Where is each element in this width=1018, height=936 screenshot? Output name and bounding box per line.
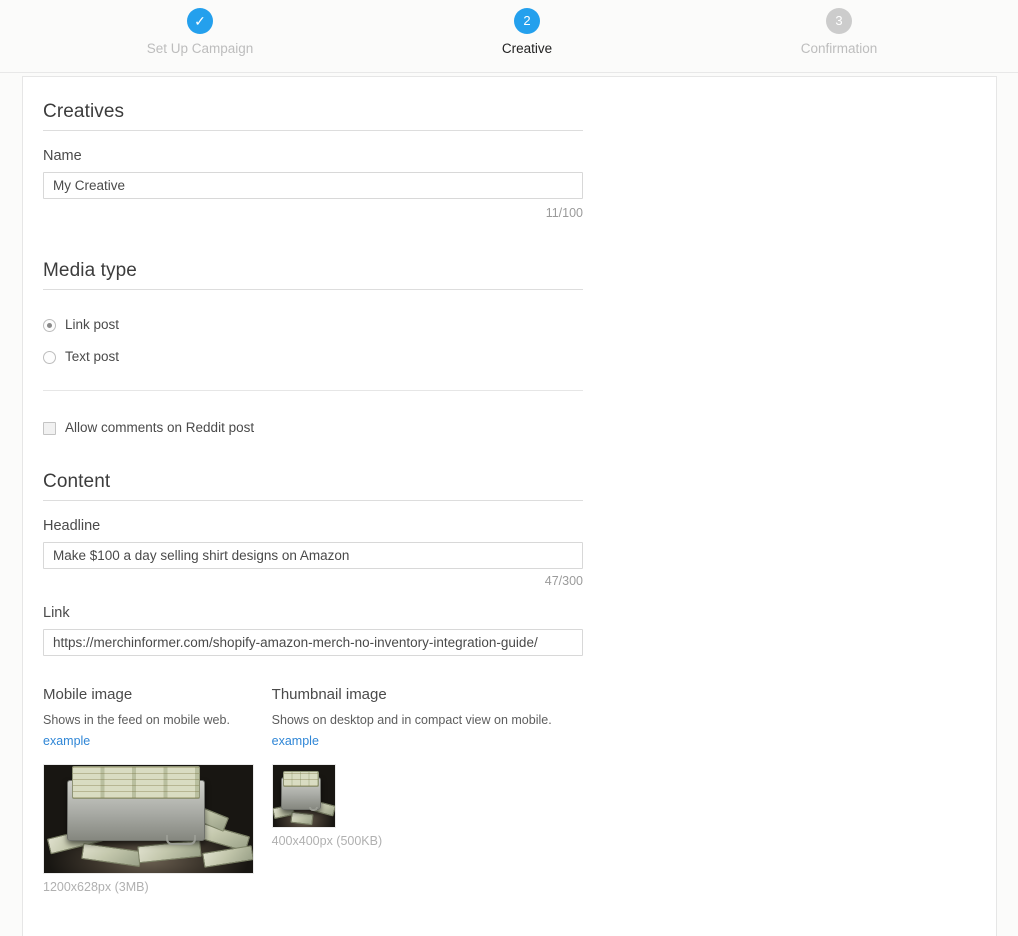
image-upload-columns: Mobile image Shows in the feed on mobile… xyxy=(43,686,583,895)
radio-icon-text-post[interactable] xyxy=(43,350,56,364)
link-field-label: Link xyxy=(43,605,70,621)
mobile-image-description: Shows in the feed on mobile web. xyxy=(43,713,230,727)
step-3-label: Confirmation xyxy=(800,41,878,56)
headline-character-counter: 47/300 xyxy=(544,574,583,588)
creatives-section-title: Creatives xyxy=(43,101,583,131)
name-field-label: Name xyxy=(43,148,82,164)
link-input[interactable] xyxy=(43,629,583,656)
checkbox-icon-allow-comments[interactable] xyxy=(43,421,56,435)
check-icon: ✓ xyxy=(194,13,206,29)
creative-form-card: Creatives Name 11/100 Media type Link po… xyxy=(22,76,997,936)
step-1-circle: ✓ xyxy=(187,8,213,34)
media-type-divider xyxy=(43,390,583,391)
money-suitcase-image xyxy=(44,765,253,873)
mobile-image-title: Mobile image xyxy=(43,686,133,703)
headline-input[interactable] xyxy=(43,542,583,569)
step-2-circle: 2 xyxy=(514,8,540,34)
step-2-label: Creative xyxy=(501,41,553,56)
mobile-image-preview[interactable] xyxy=(43,764,254,874)
radio-label-text-post: Text post xyxy=(65,349,120,364)
radio-option-link-post[interactable]: Link post xyxy=(43,314,583,336)
media-type-radio-group: Link post Text post xyxy=(43,314,583,368)
mobile-image-column: Mobile image Shows in the feed on mobile… xyxy=(43,686,272,895)
radio-icon-link-post[interactable] xyxy=(43,318,56,332)
stepper-step-creative[interactable]: 2 Creative xyxy=(417,8,637,57)
stepper-step-confirmation[interactable]: 3 Confirmation xyxy=(729,8,949,57)
money-suitcase-thumbnail-image xyxy=(272,765,335,827)
content-section-title: Content xyxy=(43,471,583,501)
radio-option-text-post[interactable]: Text post xyxy=(43,346,583,368)
thumbnail-image-caption: 400x400px (500KB) xyxy=(271,834,383,848)
step-3-circle: 3 xyxy=(826,8,852,34)
checkbox-label-allow-comments: Allow comments on Reddit post xyxy=(65,420,255,435)
name-character-counter: 11/100 xyxy=(545,206,583,220)
thumbnail-image-preview[interactable] xyxy=(271,764,336,828)
thumbnail-image-column: Thumbnail image Shows on desktop and in … xyxy=(271,686,583,895)
creative-name-input[interactable] xyxy=(43,172,583,199)
stepper-step-set-up-campaign[interactable]: ✓ Set Up Campaign xyxy=(90,8,310,57)
media-type-section-title: Media type xyxy=(43,260,583,290)
thumbnail-image-description: Shows on desktop and in compact view on … xyxy=(271,713,552,727)
mobile-image-caption: 1200x628px (3MB) xyxy=(43,880,149,894)
thumbnail-image-title: Thumbnail image xyxy=(271,686,387,703)
radio-label-link-post: Link post xyxy=(65,317,120,332)
headline-field-label: Headline xyxy=(43,518,101,534)
step-1-label: Set Up Campaign xyxy=(146,41,254,56)
mobile-image-example-link[interactable]: example xyxy=(43,734,90,748)
progress-stepper: ✓ Set Up Campaign 2 Creative 3 Confirmat… xyxy=(0,0,1018,73)
thumbnail-image-example-link[interactable]: example xyxy=(272,734,319,748)
allow-comments-row[interactable]: Allow comments on Reddit post xyxy=(43,417,583,439)
